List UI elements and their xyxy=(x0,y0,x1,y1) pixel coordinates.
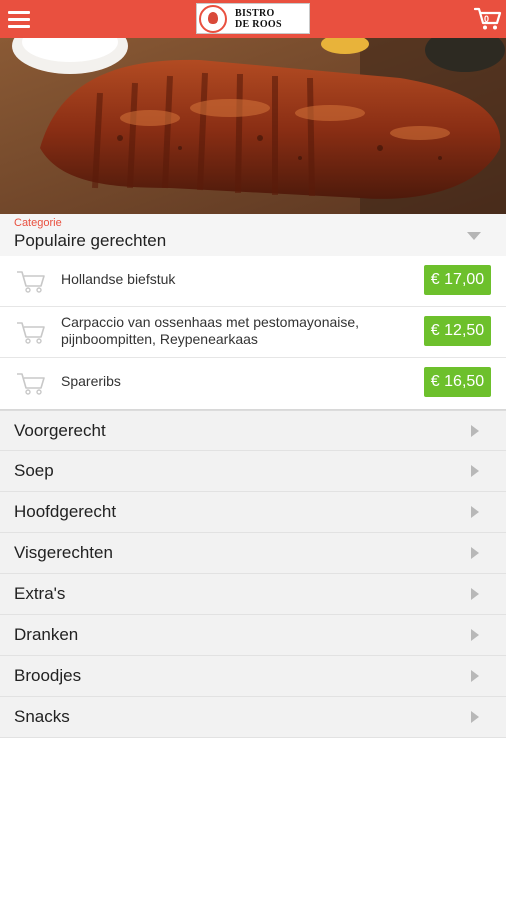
triangle-right-icon xyxy=(471,588,479,600)
triangle-right-icon xyxy=(471,465,479,477)
category-item-dranken[interactable]: Dranken xyxy=(0,615,506,656)
brand-name: BISTRO DE ROOS xyxy=(235,8,282,30)
category-selected-value: Populaire gerechten xyxy=(14,231,167,250)
category-item-snacks[interactable]: Snacks xyxy=(0,697,506,738)
category-item-soep[interactable]: Soep xyxy=(0,451,506,492)
product-name: Hollandse biefstuk xyxy=(61,271,176,287)
category-caption: Categorie xyxy=(14,217,62,229)
triangle-right-icon xyxy=(471,506,479,518)
category-item-label: Voorgerecht xyxy=(14,421,106,440)
product-row: Carpaccio van ossenhaas met pestomayonai… xyxy=(0,307,506,358)
product-row: Spareribs € 16,50 xyxy=(0,358,506,410)
triangle-right-icon xyxy=(471,670,479,682)
triangle-right-icon xyxy=(471,711,479,723)
product-list: Hollandse biefstuk € 17,00 Carpaccio van… xyxy=(0,256,506,410)
cart-count-badge: 0 xyxy=(484,14,490,24)
category-item-label: Extra's xyxy=(14,584,66,603)
brand-logo[interactable]: BISTRO DE ROOS xyxy=(196,3,310,34)
triangle-right-icon xyxy=(471,547,479,559)
triangle-down-icon xyxy=(467,232,481,240)
add-to-cart-icon[interactable] xyxy=(16,319,46,345)
category-item-extras[interactable]: Extra's xyxy=(0,574,506,615)
add-to-cart-icon[interactable] xyxy=(16,268,46,294)
category-item-visgerechten[interactable]: Visgerechten xyxy=(0,533,506,574)
hamburger-icon[interactable] xyxy=(8,9,30,29)
app-header: BISTRO DE ROOS 0 xyxy=(0,0,506,38)
category-item-label: Snacks xyxy=(14,707,70,726)
category-item-hoofdgerecht[interactable]: Hoofdgerecht xyxy=(0,492,506,533)
category-item-label: Soep xyxy=(14,461,54,480)
category-item-label: Visgerechten xyxy=(14,543,113,562)
product-row: Hollandse biefstuk € 17,00 xyxy=(0,256,506,307)
menu-category-list: Voorgerecht Soep Hoofdgerecht Visgerecht… xyxy=(0,410,506,738)
category-item-label: Dranken xyxy=(14,625,79,644)
shopping-cart-icon[interactable]: 0 xyxy=(473,6,502,32)
product-name: Spareribs xyxy=(61,373,121,389)
category-selector[interactable]: Categorie Populaire gerechten xyxy=(0,214,506,256)
price-button[interactable]: € 16,50 xyxy=(424,367,491,397)
add-to-cart-icon[interactable] xyxy=(16,370,46,396)
triangle-right-icon xyxy=(471,425,479,437)
rose-logo-icon xyxy=(199,4,227,33)
price-button[interactable]: € 17,00 xyxy=(424,265,491,295)
brand-name-line1: BISTRO xyxy=(235,7,275,19)
category-item-label: Hoofdgerecht xyxy=(14,502,117,521)
brand-name-line2: DE ROOS xyxy=(235,18,282,30)
category-item-label: Broodjes xyxy=(14,666,82,685)
price-button[interactable]: € 12,50 xyxy=(424,316,491,346)
hero-food-image xyxy=(0,38,506,214)
category-item-voorgerecht[interactable]: Voorgerecht xyxy=(0,410,506,451)
category-item-broodjes[interactable]: Broodjes xyxy=(0,656,506,697)
triangle-right-icon xyxy=(471,629,479,641)
product-name: Carpaccio van ossenhaas met pestomayonai… xyxy=(61,314,360,347)
